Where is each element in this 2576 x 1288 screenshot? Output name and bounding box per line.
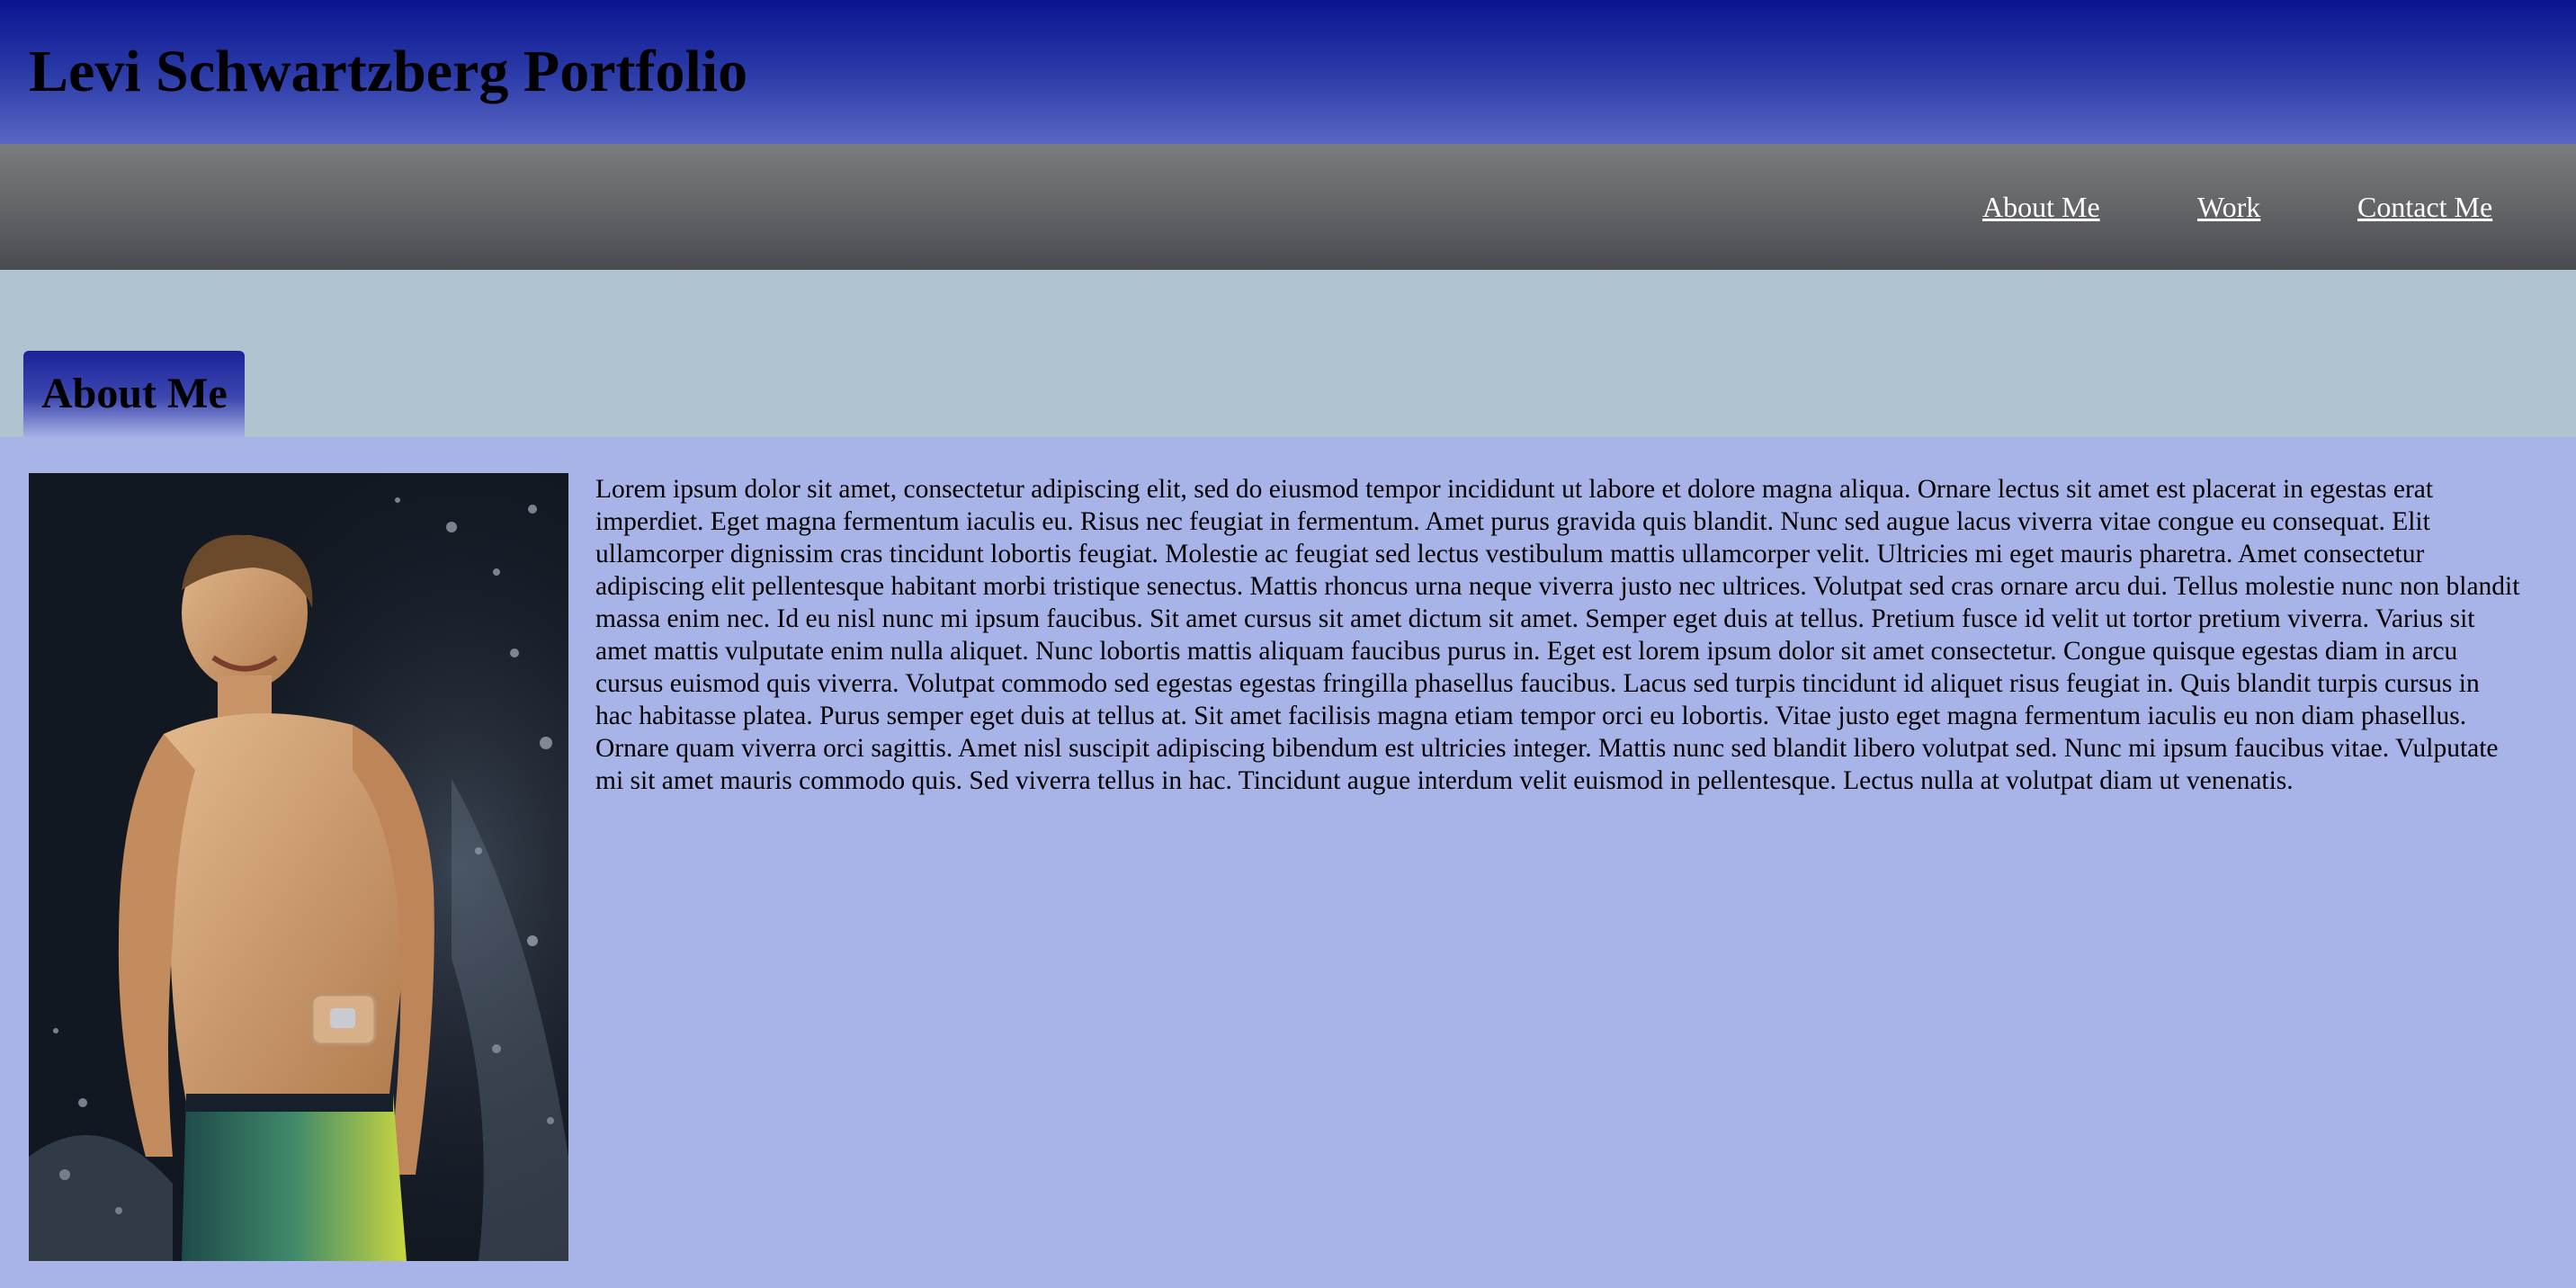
portrait-photo	[29, 473, 568, 1261]
about-me-tab: About Me	[23, 351, 245, 437]
portrait-illustration	[29, 473, 568, 1261]
section-band	[0, 270, 2576, 437]
about-me-section: Lorem ipsum dolor sit amet, consectetur …	[0, 437, 2576, 1288]
site-title: Levi Schwartzberg Portfolio	[29, 39, 748, 104]
about-me-bio: Lorem ipsum dolor sit amet, consectetur …	[595, 475, 2520, 795]
nav-bar: About Me Work Contact Me	[0, 144, 2576, 270]
nav-link-contact-me[interactable]: Contact Me	[2357, 189, 2492, 225]
site-header: Levi Schwartzberg Portfolio	[0, 0, 2576, 144]
nav-link-about-me[interactable]: About Me	[1982, 189, 2100, 225]
nav-link-work[interactable]: Work	[2197, 189, 2260, 225]
section-heading: About Me	[41, 370, 228, 417]
